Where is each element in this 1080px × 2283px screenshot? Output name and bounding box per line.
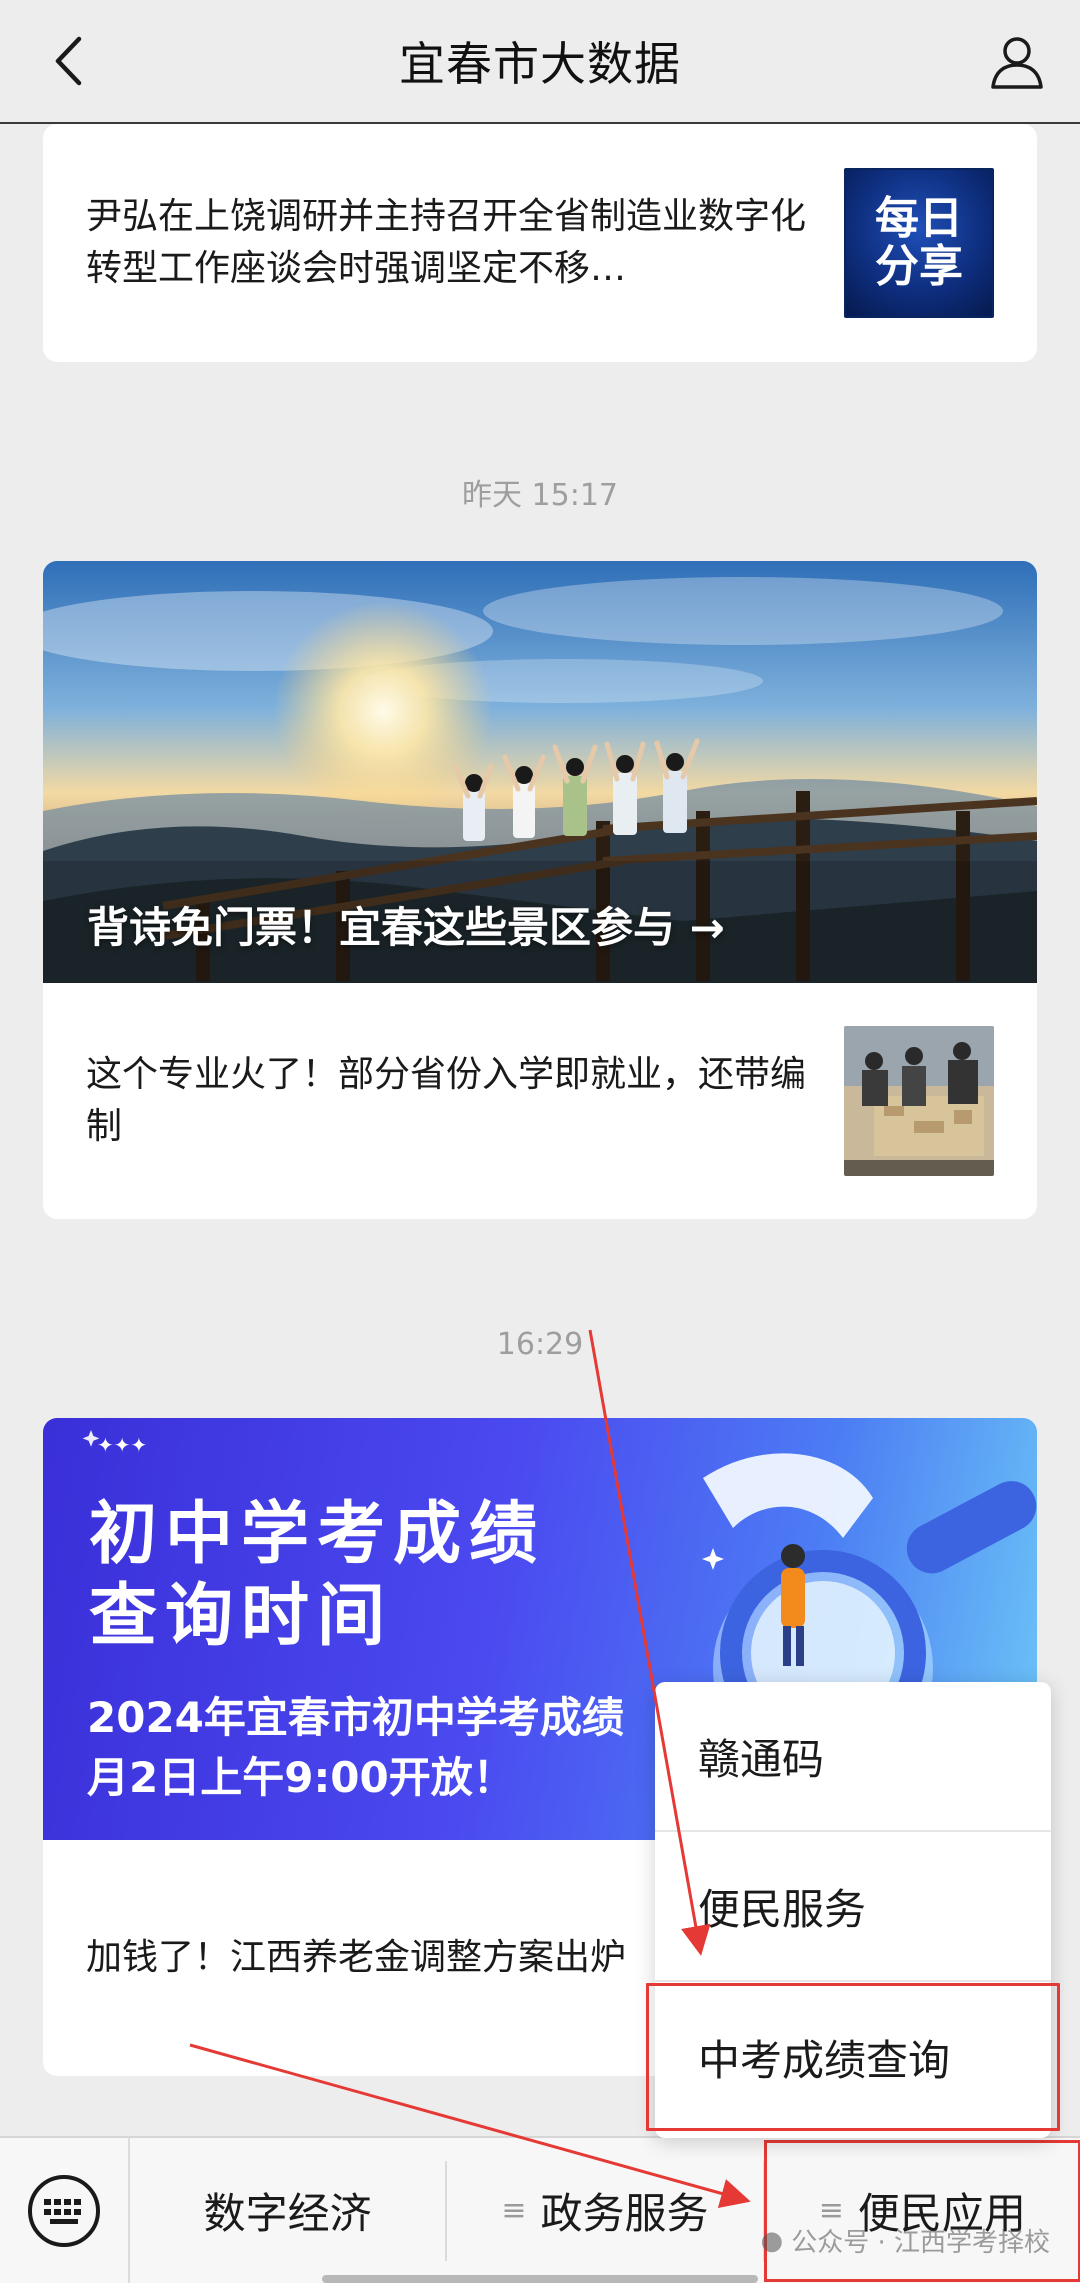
page-title: 宜春市大数据 xyxy=(399,37,681,91)
back-button[interactable] xyxy=(38,28,98,94)
article-thumbnail: 每日 分享 xyxy=(844,168,994,318)
workshop-photo xyxy=(844,1026,994,1176)
cover-image[interactable]: 背诗免门票！宜春这些景区参与 → xyxy=(43,561,1037,983)
menu-label: 数字经济 xyxy=(203,2189,372,2238)
menu-item-convenience-service[interactable]: 便民服务 xyxy=(655,1832,1051,1982)
profile-button[interactable] xyxy=(982,26,1052,96)
nav-bar: 宜春市大数据 xyxy=(0,0,1080,124)
list-item[interactable]: 这个专业火了！部分省份入学即就业，还带编制 xyxy=(43,983,1037,1219)
keyboard-icon xyxy=(28,2174,100,2247)
menu-government-service[interactable]: ≡ 政务服务 xyxy=(447,2160,765,2261)
article-card[interactable]: 背诗免门票！宜春这些景区参与 → 这个专业火了！部分省份入学即就业，还带编制 xyxy=(43,561,1037,1219)
chevron-left-icon xyxy=(55,36,82,86)
wechat-icon: ● xyxy=(760,2225,784,2256)
keyboard-toggle-button[interactable] xyxy=(0,2137,130,2283)
menu-digital-economy[interactable]: 数字经济 xyxy=(130,2160,448,2261)
thumbnail-label: 每日 分享 xyxy=(875,193,963,292)
menu-label: 政务服务 xyxy=(540,2189,709,2238)
person-icon xyxy=(991,37,1043,89)
menu-lines-icon: ≡ xyxy=(501,2193,527,2228)
watermark-text: 公众号 · 江西学考择校 xyxy=(791,2228,1050,2258)
timestamp: 16:29 xyxy=(496,1327,584,1362)
timestamp: 昨天 15:17 xyxy=(462,478,618,513)
home-indicator[interactable] xyxy=(322,2275,758,2283)
menu-item-exam-score-query[interactable]: 中考成绩查询 xyxy=(645,1982,1061,2132)
article-title: 这个专业火了！部分省份入学即就业，还带编制 xyxy=(86,1054,806,1147)
banner-subtitle-line2: 月2日上午9:00开放！ xyxy=(87,1753,515,1802)
article-card[interactable]: 尹弘在上饶调研并主持召开全省制造业数字化转型工作座谈会时强调坚定不移… 每日 分… xyxy=(43,124,1037,362)
banner-subtitle-line1: 2024年宜春市初中学考成绩 xyxy=(87,1693,624,1742)
submenu-popup: 赣通码 便民服务 中考成绩查询 xyxy=(646,1682,1060,2138)
svg-text:✦✦✦: ✦✦✦ xyxy=(97,1433,147,1457)
banner-caption: 背诗免门票！宜春这些景区参与 → xyxy=(87,903,725,952)
list-item[interactable]: 尹弘在上饶调研并主持召开全省制造业数字化转型工作座谈会时强调坚定不移… 每日 分… xyxy=(43,124,1037,362)
article-thumbnail xyxy=(844,1026,994,1176)
watermark: ● 公众号 · 江西学考择校 xyxy=(761,2222,1050,2259)
bottom-menu-bar: 数字经济 ≡ 政务服务 ≡ 便民应用 xyxy=(0,2136,1080,2283)
menu-item-gantongma[interactable]: 赣通码 xyxy=(655,1682,1051,1832)
menu-convenience-apps[interactable]: ≡ 便民应用 xyxy=(763,2139,1080,2282)
article-title: 尹弘在上饶调研并主持召开全省制造业数字化转型工作座谈会时强调坚定不移… xyxy=(86,196,806,289)
banner-title-line2: 查询时间 xyxy=(89,1577,394,1656)
